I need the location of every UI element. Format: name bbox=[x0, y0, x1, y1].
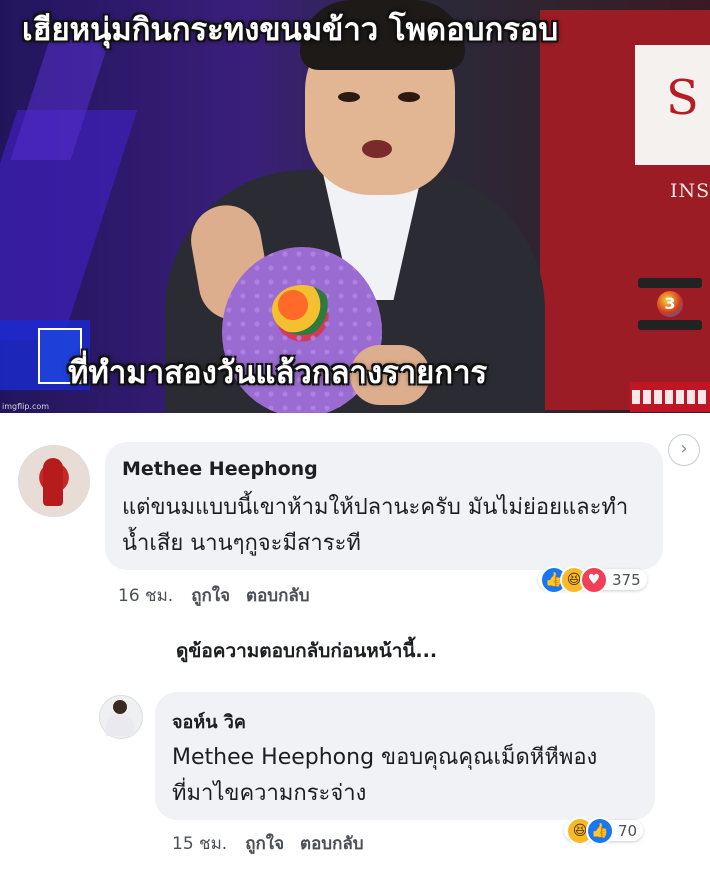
reaction-summary[interactable]: 😆 👍 70 bbox=[564, 817, 644, 845]
studio-sign-letter: S bbox=[666, 70, 699, 126]
comment-time[interactable]: 16 ชม. bbox=[118, 586, 173, 606]
comment-actions: 16 ชม. ถูกใจ ตอบกลับ bbox=[118, 582, 310, 609]
tv-screenshot: S INS 3 เฮียหนุ่มกินกระทงขนมข้าว โพดอบกร… bbox=[0, 0, 710, 413]
sponsor-logo-text bbox=[632, 390, 708, 404]
avatar-head bbox=[113, 700, 127, 714]
like-button[interactable]: ถูกใจ bbox=[191, 586, 230, 606]
comment-author[interactable]: Methee Heephong bbox=[122, 458, 318, 480]
channel-logo-ribbon bbox=[638, 320, 702, 330]
reaction-count: 375 bbox=[612, 571, 641, 589]
avatar-body bbox=[106, 714, 134, 736]
channel-logo-ribbon bbox=[638, 278, 702, 288]
host-eye bbox=[398, 92, 420, 102]
chevron-right-icon[interactable]: › bbox=[668, 434, 700, 466]
reaction-pill: 👍 😆 ♥ 375 bbox=[538, 566, 647, 594]
avatar-figure bbox=[43, 458, 63, 506]
watermark: imgflip.com bbox=[2, 402, 50, 411]
reply-actions: 15 ชม. ถูกใจ ตอบกลับ bbox=[172, 830, 364, 857]
host-mouth bbox=[362, 140, 392, 158]
studio-sign-text: INS bbox=[670, 180, 710, 202]
like-icon: 👍 bbox=[586, 817, 614, 845]
reply-author[interactable]: จอห์น วิค bbox=[172, 707, 246, 736]
reply-button[interactable]: ตอบกลับ bbox=[246, 586, 310, 606]
comment-text: แต่ขนมแบบนี้เขาห้ามให้ปลานะครับ มันไม่ย่… bbox=[122, 495, 629, 556]
reaction-summary[interactable]: 👍 😆 ♥ 375 bbox=[538, 566, 647, 594]
view-previous-replies-link[interactable]: ดูข้อความตอบกลับก่อนหน้านี้... bbox=[176, 636, 437, 666]
host-eye bbox=[338, 92, 360, 102]
love-icon: ♥ bbox=[580, 566, 608, 594]
caption-bottom: ที่ทำมาสองวันแล้วกลางรายการ bbox=[68, 355, 488, 391]
channel-logo: 3 bbox=[638, 278, 702, 348]
reaction-pill: 😆 👍 70 bbox=[564, 817, 644, 845]
krathong-center bbox=[272, 285, 332, 335]
reaction-count: 70 bbox=[618, 822, 638, 840]
caption-top: เฮียหนุ่มกินกระทงขนมข้าว โพดอบกรอบ bbox=[22, 12, 559, 48]
like-button[interactable]: ถูกใจ bbox=[245, 834, 284, 854]
reply-text: Methee Heephong ขอบคุณคุณเม็ดหีหีพอง ที่… bbox=[172, 745, 598, 806]
reply-time[interactable]: 15 ชม. bbox=[172, 834, 227, 854]
channel-3-icon: 3 bbox=[657, 291, 683, 317]
reply-button[interactable]: ตอบกลับ bbox=[300, 834, 364, 854]
